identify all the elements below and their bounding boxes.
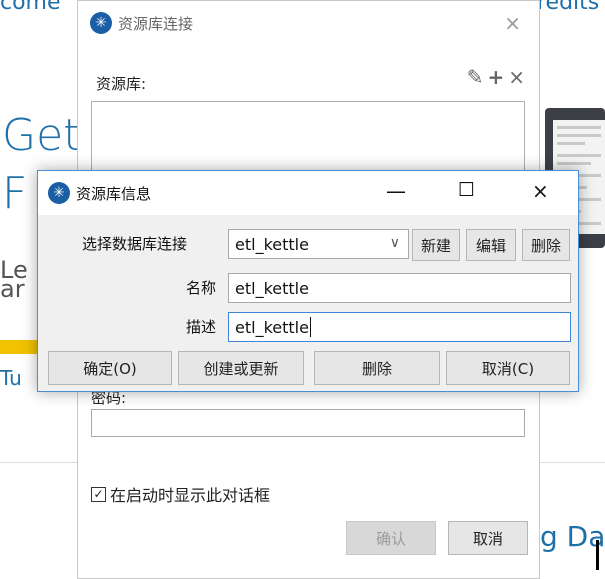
description-value: etl_kettle xyxy=(235,317,309,337)
show-on-startup-label: 在启动时显示此对话框 xyxy=(110,486,271,505)
dialog-title-bar[interactable]: ✳ 资源库连接 xyxy=(78,1,539,45)
repository-toolbar: ✎ + × xyxy=(467,65,525,89)
show-on-startup-checkbox[interactable]: ✓ xyxy=(91,486,106,502)
password-field[interactable] xyxy=(91,409,525,437)
description-label: 描述 xyxy=(186,318,217,336)
text-cursor xyxy=(309,317,311,337)
db-connection-select[interactable]: etl_kettle ∨ xyxy=(228,229,409,259)
name-value: etl_kettle xyxy=(235,278,309,298)
repository-list[interactable] xyxy=(91,101,525,181)
pentaho-logo-icon: ✳ xyxy=(90,12,112,34)
edit-connection-button[interactable]: 编辑 xyxy=(466,229,516,261)
cancel-button[interactable]: 取消(C) xyxy=(446,351,570,385)
tutorial-link-fragment[interactable]: Tu xyxy=(0,366,22,390)
maximize-icon[interactable]: ☐ xyxy=(458,179,475,201)
yellow-accent-bar xyxy=(0,340,40,354)
edit-icon[interactable]: ✎ xyxy=(467,65,484,89)
welcome-heading-line1: Get xyxy=(2,110,81,161)
cancel-button[interactable]: 取消 xyxy=(448,521,528,555)
dialog-title-bar[interactable]: ✳ 资源库信息 xyxy=(38,171,578,215)
name-label: 名称 xyxy=(186,279,217,297)
welcome-text-line2: ar xyxy=(0,275,25,303)
name-field[interactable]: etl_kettle xyxy=(228,273,571,303)
pentaho-logo-icon: ✳ xyxy=(48,182,70,204)
close-icon[interactable]: × xyxy=(504,11,521,35)
close-icon[interactable]: × xyxy=(532,179,549,203)
create-or-update-button[interactable]: 创建或更新 xyxy=(178,351,304,385)
show-on-startup-row[interactable]: ✓ 在启动时显示此对话框 xyxy=(91,482,270,506)
db-connection-value: etl_kettle xyxy=(235,234,309,254)
confirm-button[interactable]: 确定(O) xyxy=(48,351,172,385)
repository-label: 资源库: xyxy=(96,75,147,93)
dialog-title: 资源库连接 xyxy=(118,14,194,33)
ok-button[interactable]: 确认 xyxy=(346,521,436,555)
add-icon[interactable]: + xyxy=(487,65,504,89)
description-field[interactable]: etl_kettle xyxy=(228,312,571,342)
new-connection-button[interactable]: 新建 xyxy=(412,229,460,261)
dialog-title: 资源库信息 xyxy=(76,184,152,203)
delete-connection-button[interactable]: 删除 xyxy=(522,229,570,261)
welcome-heading-line2: F xyxy=(2,168,28,219)
welcome-text-fragment: come xyxy=(0,0,61,15)
edge-marker xyxy=(596,540,599,570)
credits-link-fragment[interactable]: redits xyxy=(537,0,599,15)
db-connection-label: 选择数据库连接 xyxy=(82,235,188,253)
remove-icon[interactable]: × xyxy=(508,65,525,89)
minimize-icon[interactable]: — xyxy=(386,179,406,203)
repository-info-dialog: ✳ 资源库信息 — ☐ × 选择数据库连接 etl_kettle ∨ 新建 编辑… xyxy=(37,170,579,392)
chevron-down-icon: ∨ xyxy=(389,235,400,251)
delete-button[interactable]: 删除 xyxy=(314,351,440,385)
